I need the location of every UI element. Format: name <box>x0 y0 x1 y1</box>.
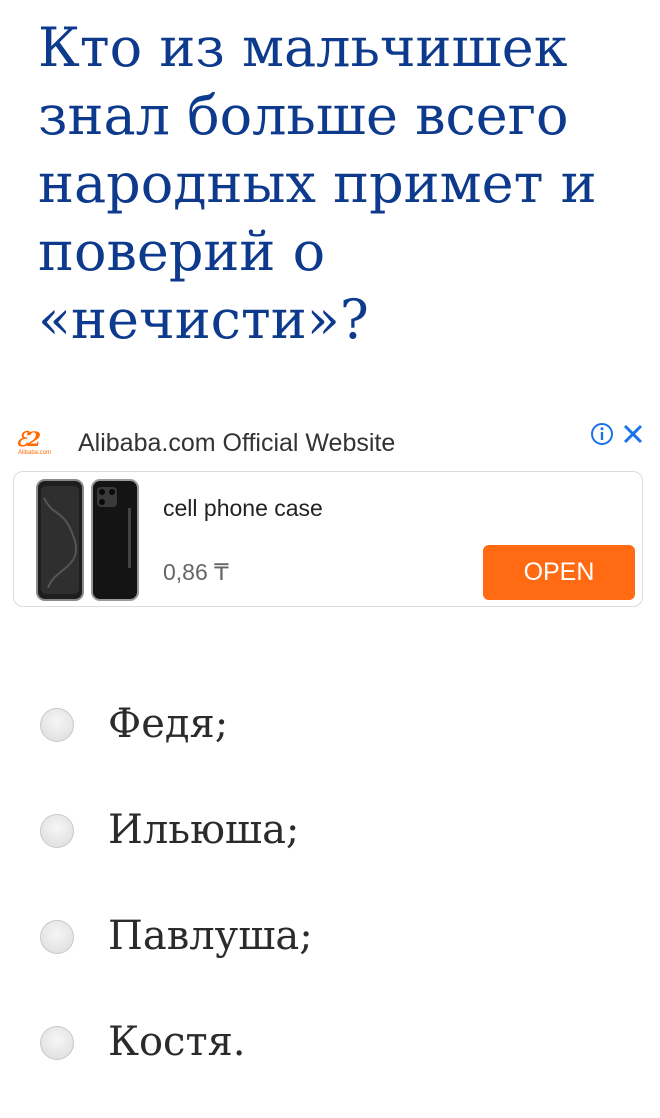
alibaba-logo-icon: ℰ2 Alibaba.com <box>16 427 52 456</box>
phone-case-image[interactable] <box>34 478 144 602</box>
alibaba-logo-text: Alibaba.com <box>18 450 52 456</box>
ad-product-name[interactable]: cell phone case <box>163 494 323 522</box>
answer-option[interactable]: Ильюша; <box>0 778 660 884</box>
ad-card[interactable]: cell phone case 0,86 ₸ OPEN <box>13 471 643 607</box>
answer-option[interactable]: Костя. <box>0 990 660 1096</box>
answer-option-label[interactable]: Федя; <box>108 696 228 752</box>
radio-button[interactable] <box>40 920 74 954</box>
answer-option[interactable]: Павлуша; <box>0 884 660 990</box>
answer-option[interactable]: Федя; <box>0 672 660 778</box>
ad-banner[interactable]: ℰ2 Alibaba.com Alibaba.com Official Webs… <box>0 412 660 618</box>
close-icon[interactable] <box>622 422 644 446</box>
answer-option-label[interactable]: Ильюша; <box>108 802 299 858</box>
question-title: Кто из мальчишек знал больше всего народ… <box>38 16 597 351</box>
radio-button[interactable] <box>40 1026 74 1060</box>
radio-button[interactable] <box>40 708 74 742</box>
ad-title[interactable]: Alibaba.com Official Website <box>78 428 395 458</box>
open-button[interactable]: OPEN <box>483 545 635 600</box>
ad-price: 0,86 ₸ <box>163 559 229 585</box>
info-icon[interactable] <box>590 422 614 446</box>
radio-button[interactable] <box>40 814 74 848</box>
answer-option-label[interactable]: Павлуша; <box>108 908 313 964</box>
answer-option-label[interactable]: Костя. <box>108 1014 246 1070</box>
